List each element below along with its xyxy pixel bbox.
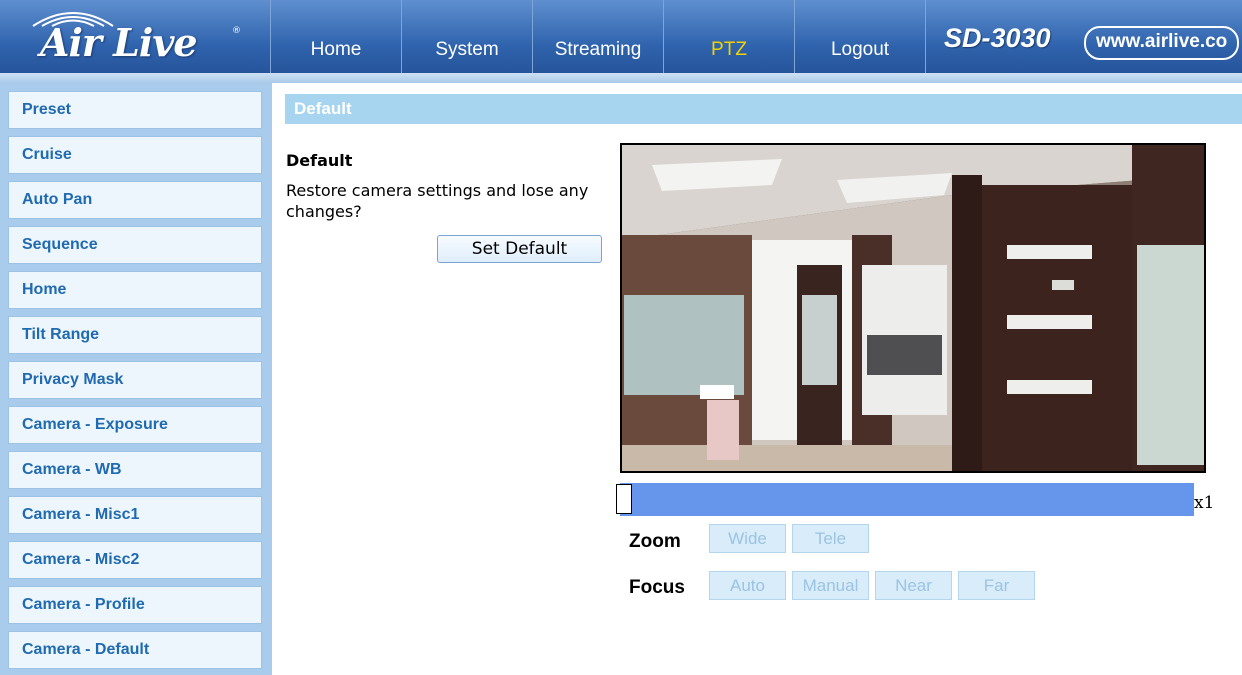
focus-label: Focus xyxy=(629,577,685,598)
nav-separator xyxy=(925,0,926,73)
sidebar-item-camera-misc1[interactable]: Camera - Misc1 xyxy=(8,496,262,534)
default-heading: Default xyxy=(286,151,353,170)
logo-text: Air Live xyxy=(40,20,198,65)
header-bar: Air Live ® Home System Streaming PTZ Log… xyxy=(0,0,1242,83)
nav-logout[interactable]: Logout xyxy=(795,0,925,73)
default-description: Restore camera settings and lose any cha… xyxy=(286,181,589,221)
camera-live-view[interactable] xyxy=(620,143,1206,473)
airlive-logo: Air Live ® xyxy=(0,0,270,73)
sidebar-item-camera-profile[interactable]: Camera - Profile xyxy=(8,586,262,624)
header-bottom-strip xyxy=(0,73,1242,83)
zoom-level-readout: x1 xyxy=(1194,493,1215,513)
sidebar: Preset Cruise Auto Pan Sequence Home Til… xyxy=(0,83,272,675)
sidebar-item-camera-exposure[interactable]: Camera - Exposure xyxy=(8,406,262,444)
focus-manual-button[interactable]: Manual xyxy=(792,571,869,600)
focus-auto-button[interactable]: Auto xyxy=(709,571,786,600)
zoom-label: Zoom xyxy=(629,531,681,552)
nav-ptz[interactable]: PTZ xyxy=(664,0,794,73)
sidebar-item-home[interactable]: Home xyxy=(8,271,262,309)
sidebar-item-preset[interactable]: Preset xyxy=(8,91,262,129)
focus-far-button[interactable]: Far xyxy=(958,571,1035,600)
registered-mark: ® xyxy=(232,26,241,36)
sidebar-item-cruise[interactable]: Cruise xyxy=(8,136,262,174)
sidebar-item-tilt-range[interactable]: Tilt Range xyxy=(8,316,262,354)
nav-home[interactable]: Home xyxy=(271,0,401,73)
zoom-slider-thumb[interactable] xyxy=(616,484,632,514)
nav-system[interactable]: System xyxy=(402,0,532,73)
sidebar-item-sequence[interactable]: Sequence xyxy=(8,226,262,264)
focus-near-button[interactable]: Near xyxy=(875,571,952,600)
sidebar-item-camera-default[interactable]: Camera - Default xyxy=(8,631,262,669)
section-title-bar: Default xyxy=(285,94,1242,124)
camera-image xyxy=(622,145,1204,471)
website-link[interactable]: www.airlive.co xyxy=(1084,26,1240,60)
sidebar-item-auto-pan[interactable]: Auto Pan xyxy=(8,181,262,219)
zoom-tele-button[interactable]: Tele xyxy=(792,524,869,553)
sidebar-item-camera-misc2[interactable]: Camera - Misc2 xyxy=(8,541,262,579)
zoom-slider[interactable] xyxy=(620,483,1194,516)
set-default-button[interactable]: Set Default xyxy=(437,235,602,263)
sidebar-item-camera-wb[interactable]: Camera - WB xyxy=(8,451,262,489)
model-name: SD-3030 xyxy=(944,23,1051,53)
nav-streaming[interactable]: Streaming xyxy=(533,0,663,73)
sidebar-item-privacy-mask[interactable]: Privacy Mask xyxy=(8,361,262,399)
zoom-wide-button[interactable]: Wide xyxy=(709,524,786,553)
